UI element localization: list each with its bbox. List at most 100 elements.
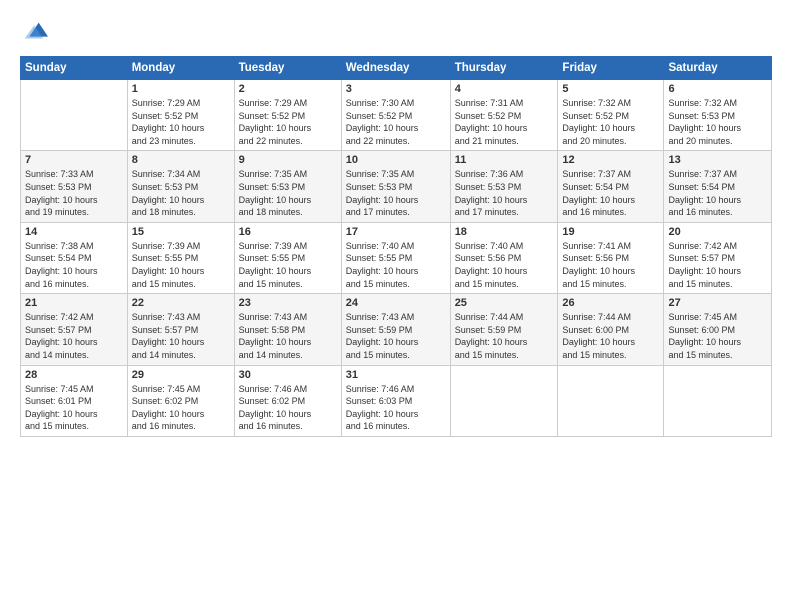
weekday-header-tuesday: Tuesday [234,57,341,80]
day-detail: Sunrise: 7:29 AM Sunset: 5:52 PM Dayligh… [132,97,230,147]
day-number: 12 [562,154,659,166]
day-detail: Sunrise: 7:32 AM Sunset: 5:53 PM Dayligh… [668,97,767,147]
calendar-cell: 6 Sunrise: 7:32 AM Sunset: 5:53 PM Daylig… [664,80,772,151]
calendar-cell: 16 Sunrise: 7:39 AM Sunset: 5:55 PM Dayli… [234,222,341,293]
day-number: 1 [132,83,230,95]
day-number: 2 [239,83,337,95]
calendar-cell: 12Sunrise: 7:37 AM Sunset: 5:54 PM Dayli… [558,151,664,222]
day-detail: Sunrise: 7:40 AM Sunset: 5:55 PM Dayligh… [346,240,446,290]
calendar-cell: 17 Sunrise: 7:40 AM Sunset: 5:55 PM Dayli… [341,222,450,293]
day-detail: Sunrise: 7:42 AM Sunset: 5:57 PM Dayligh… [25,311,123,361]
calendar-cell: 3 Sunrise: 7:30 AM Sunset: 5:52 PM Daylig… [341,80,450,151]
day-number: 21 [25,297,123,309]
day-number: 30 [239,369,337,381]
day-detail: Sunrise: 7:45 AM Sunset: 6:00 PM Dayligh… [668,311,767,361]
calendar-week-1: 1 Sunrise: 7:29 AM Sunset: 5:52 PM Daylig… [21,80,772,151]
weekday-header-monday: Monday [127,57,234,80]
calendar-cell: 1 Sunrise: 7:29 AM Sunset: 5:52 PM Daylig… [127,80,234,151]
calendar-cell: 7 Sunrise: 7:33 AM Sunset: 5:53 PM Daylig… [21,151,128,222]
calendar-cell: 24 Sunrise: 7:43 AM Sunset: 5:59 PM Dayli… [341,294,450,365]
day-detail: Sunrise: 7:39 AM Sunset: 5:55 PM Dayligh… [132,240,230,290]
header [20,18,772,46]
calendar-cell: 21 Sunrise: 7:42 AM Sunset: 5:57 PM Dayli… [21,294,128,365]
day-detail: Sunrise: 7:35 AM Sunset: 5:53 PM Dayligh… [346,168,446,218]
day-detail: Sunrise: 7:40 AM Sunset: 5:56 PM Dayligh… [455,240,554,290]
weekday-header-wednesday: Wednesday [341,57,450,80]
calendar-cell: 22 Sunrise: 7:43 AM Sunset: 5:57 PM Dayli… [127,294,234,365]
calendar-cell: 28 Sunrise: 7:45 AM Sunset: 6:01 PM Dayli… [21,365,128,436]
calendar: SundayMondayTuesdayWednesdayThursdayFrid… [20,56,772,437]
day-number: 26 [562,297,659,309]
day-detail: Sunrise: 7:38 AM Sunset: 5:54 PM Dayligh… [25,240,123,290]
day-detail: Sunrise: 7:43 AM Sunset: 5:58 PM Dayligh… [239,311,337,361]
day-detail: Sunrise: 7:44 AM Sunset: 5:59 PM Dayligh… [455,311,554,361]
day-number: 16 [239,226,337,238]
day-detail: Sunrise: 7:31 AM Sunset: 5:52 PM Dayligh… [455,97,554,147]
day-number: 23 [239,297,337,309]
calendar-cell: 29Sunrise: 7:45 AM Sunset: 6:02 PM Dayli… [127,365,234,436]
day-number: 15 [132,226,230,238]
day-number: 9 [239,154,337,166]
day-number: 27 [668,297,767,309]
day-number: 7 [25,154,123,166]
day-number: 18 [455,226,554,238]
day-number: 5 [562,83,659,95]
calendar-body: 1 Sunrise: 7:29 AM Sunset: 5:52 PM Daylig… [21,80,772,437]
day-detail: Sunrise: 7:30 AM Sunset: 5:52 PM Dayligh… [346,97,446,147]
day-number: 6 [668,83,767,95]
calendar-cell: 10 Sunrise: 7:35 AM Sunset: 5:53 PM Dayli… [341,151,450,222]
weekday-row: SundayMondayTuesdayWednesdayThursdayFrid… [21,57,772,80]
day-number: 31 [346,369,446,381]
day-detail: Sunrise: 7:45 AM Sunset: 6:01 PM Dayligh… [25,383,123,433]
weekday-header-sunday: Sunday [21,57,128,80]
day-detail: Sunrise: 7:43 AM Sunset: 5:59 PM Dayligh… [346,311,446,361]
calendar-cell: 25Sunrise: 7:44 AM Sunset: 5:59 PM Dayli… [450,294,558,365]
day-detail: Sunrise: 7:32 AM Sunset: 5:52 PM Dayligh… [562,97,659,147]
day-number: 14 [25,226,123,238]
weekday-header-friday: Friday [558,57,664,80]
day-number: 24 [346,297,446,309]
calendar-cell: 23 Sunrise: 7:43 AM Sunset: 5:58 PM Dayli… [234,294,341,365]
calendar-cell: 18 Sunrise: 7:40 AM Sunset: 5:56 PM Dayli… [450,222,558,293]
day-detail: Sunrise: 7:35 AM Sunset: 5:53 PM Dayligh… [239,168,337,218]
day-number: 8 [132,154,230,166]
calendar-cell: 14 Sunrise: 7:38 AM Sunset: 5:54 PM Dayli… [21,222,128,293]
day-number: 22 [132,297,230,309]
day-detail: Sunrise: 7:45 AM Sunset: 6:02 PM Dayligh… [132,383,230,433]
day-detail: Sunrise: 7:41 AM Sunset: 5:56 PM Dayligh… [562,240,659,290]
calendar-cell: 31 Sunrise: 7:46 AM Sunset: 6:03 PM Dayli… [341,365,450,436]
calendar-cell [558,365,664,436]
day-number: 17 [346,226,446,238]
day-number: 3 [346,83,446,95]
day-detail: Sunrise: 7:39 AM Sunset: 5:55 PM Dayligh… [239,240,337,290]
day-number: 28 [25,369,123,381]
calendar-week-3: 14 Sunrise: 7:38 AM Sunset: 5:54 PM Dayli… [21,222,772,293]
calendar-cell: 26 Sunrise: 7:44 AM Sunset: 6:00 PM Dayli… [558,294,664,365]
calendar-cell: 8 Sunrise: 7:34 AM Sunset: 5:53 PM Daylig… [127,151,234,222]
day-number: 13 [668,154,767,166]
page: SundayMondayTuesdayWednesdayThursdayFrid… [0,0,792,612]
day-detail: Sunrise: 7:42 AM Sunset: 5:57 PM Dayligh… [668,240,767,290]
calendar-cell: 2Sunrise: 7:29 AM Sunset: 5:52 PM Daylig… [234,80,341,151]
calendar-cell: 4Sunrise: 7:31 AM Sunset: 5:52 PM Daylig… [450,80,558,151]
calendar-cell: 13Sunrise: 7:37 AM Sunset: 5:54 PM Dayli… [664,151,772,222]
calendar-cell: 11Sunrise: 7:36 AM Sunset: 5:53 PM Dayli… [450,151,558,222]
calendar-header: SundayMondayTuesdayWednesdayThursdayFrid… [21,57,772,80]
calendar-cell [21,80,128,151]
calendar-cell: 20Sunrise: 7:42 AM Sunset: 5:57 PM Dayli… [664,222,772,293]
day-detail: Sunrise: 7:44 AM Sunset: 6:00 PM Dayligh… [562,311,659,361]
day-detail: Sunrise: 7:46 AM Sunset: 6:02 PM Dayligh… [239,383,337,433]
calendar-cell [664,365,772,436]
weekday-header-thursday: Thursday [450,57,558,80]
day-detail: Sunrise: 7:34 AM Sunset: 5:53 PM Dayligh… [132,168,230,218]
day-detail: Sunrise: 7:46 AM Sunset: 6:03 PM Dayligh… [346,383,446,433]
day-number: 10 [346,154,446,166]
day-number: 19 [562,226,659,238]
calendar-cell [450,365,558,436]
day-detail: Sunrise: 7:43 AM Sunset: 5:57 PM Dayligh… [132,311,230,361]
calendar-week-2: 7 Sunrise: 7:33 AM Sunset: 5:53 PM Daylig… [21,151,772,222]
calendar-cell: 5 Sunrise: 7:32 AM Sunset: 5:52 PM Daylig… [558,80,664,151]
calendar-week-5: 28 Sunrise: 7:45 AM Sunset: 6:01 PM Dayli… [21,365,772,436]
day-detail: Sunrise: 7:36 AM Sunset: 5:53 PM Dayligh… [455,168,554,218]
day-detail: Sunrise: 7:33 AM Sunset: 5:53 PM Dayligh… [25,168,123,218]
